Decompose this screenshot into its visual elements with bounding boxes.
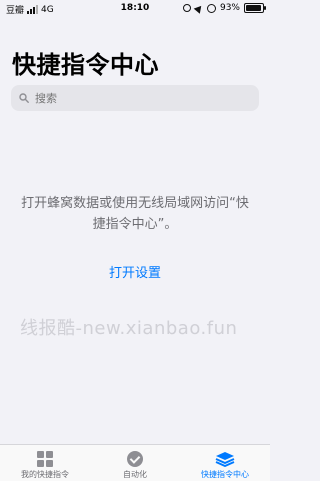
- location-icon: [193, 2, 205, 14]
- screen-lock-icon: [182, 4, 191, 12]
- battery-level: [246, 5, 261, 11]
- search-bar[interactable]: [11, 85, 259, 111]
- tab-label: 我的快捷指令: [21, 470, 69, 479]
- battery-percent: 93%: [219, 3, 240, 13]
- tab-automation[interactable]: 自动化: [90, 445, 180, 481]
- battery-icon: [244, 3, 266, 13]
- tab-label: 快捷指令中心: [201, 470, 249, 479]
- tab-bar: 我的快捷指令 自动化 快捷指令中心: [0, 444, 270, 481]
- page-title: 快捷指令中心: [12, 51, 159, 79]
- search-icon: [19, 93, 29, 103]
- alarm-icon: [206, 3, 216, 13]
- automation-icon: [124, 451, 146, 467]
- tab-label: 自动化: [123, 470, 147, 479]
- grid-icon: [34, 451, 56, 467]
- open-settings-link[interactable]: 打开设置: [0, 262, 270, 281]
- status-bar: 豆瓣 4G 18:10 93%: [0, 0, 270, 18]
- search-input[interactable]: [35, 91, 235, 105]
- tab-my-shortcuts[interactable]: 我的快捷指令: [0, 445, 90, 481]
- watermark-text: 线报酷-new.xianbao.fun: [20, 318, 238, 339]
- status-right: 93%: [182, 2, 266, 14]
- offline-message: 打开蜂窝数据或使用无线局域网访问“快捷指令中心”。: [21, 196, 249, 232]
- tab-gallery[interactable]: 快捷指令中心: [180, 445, 270, 481]
- layers-icon: [214, 451, 236, 467]
